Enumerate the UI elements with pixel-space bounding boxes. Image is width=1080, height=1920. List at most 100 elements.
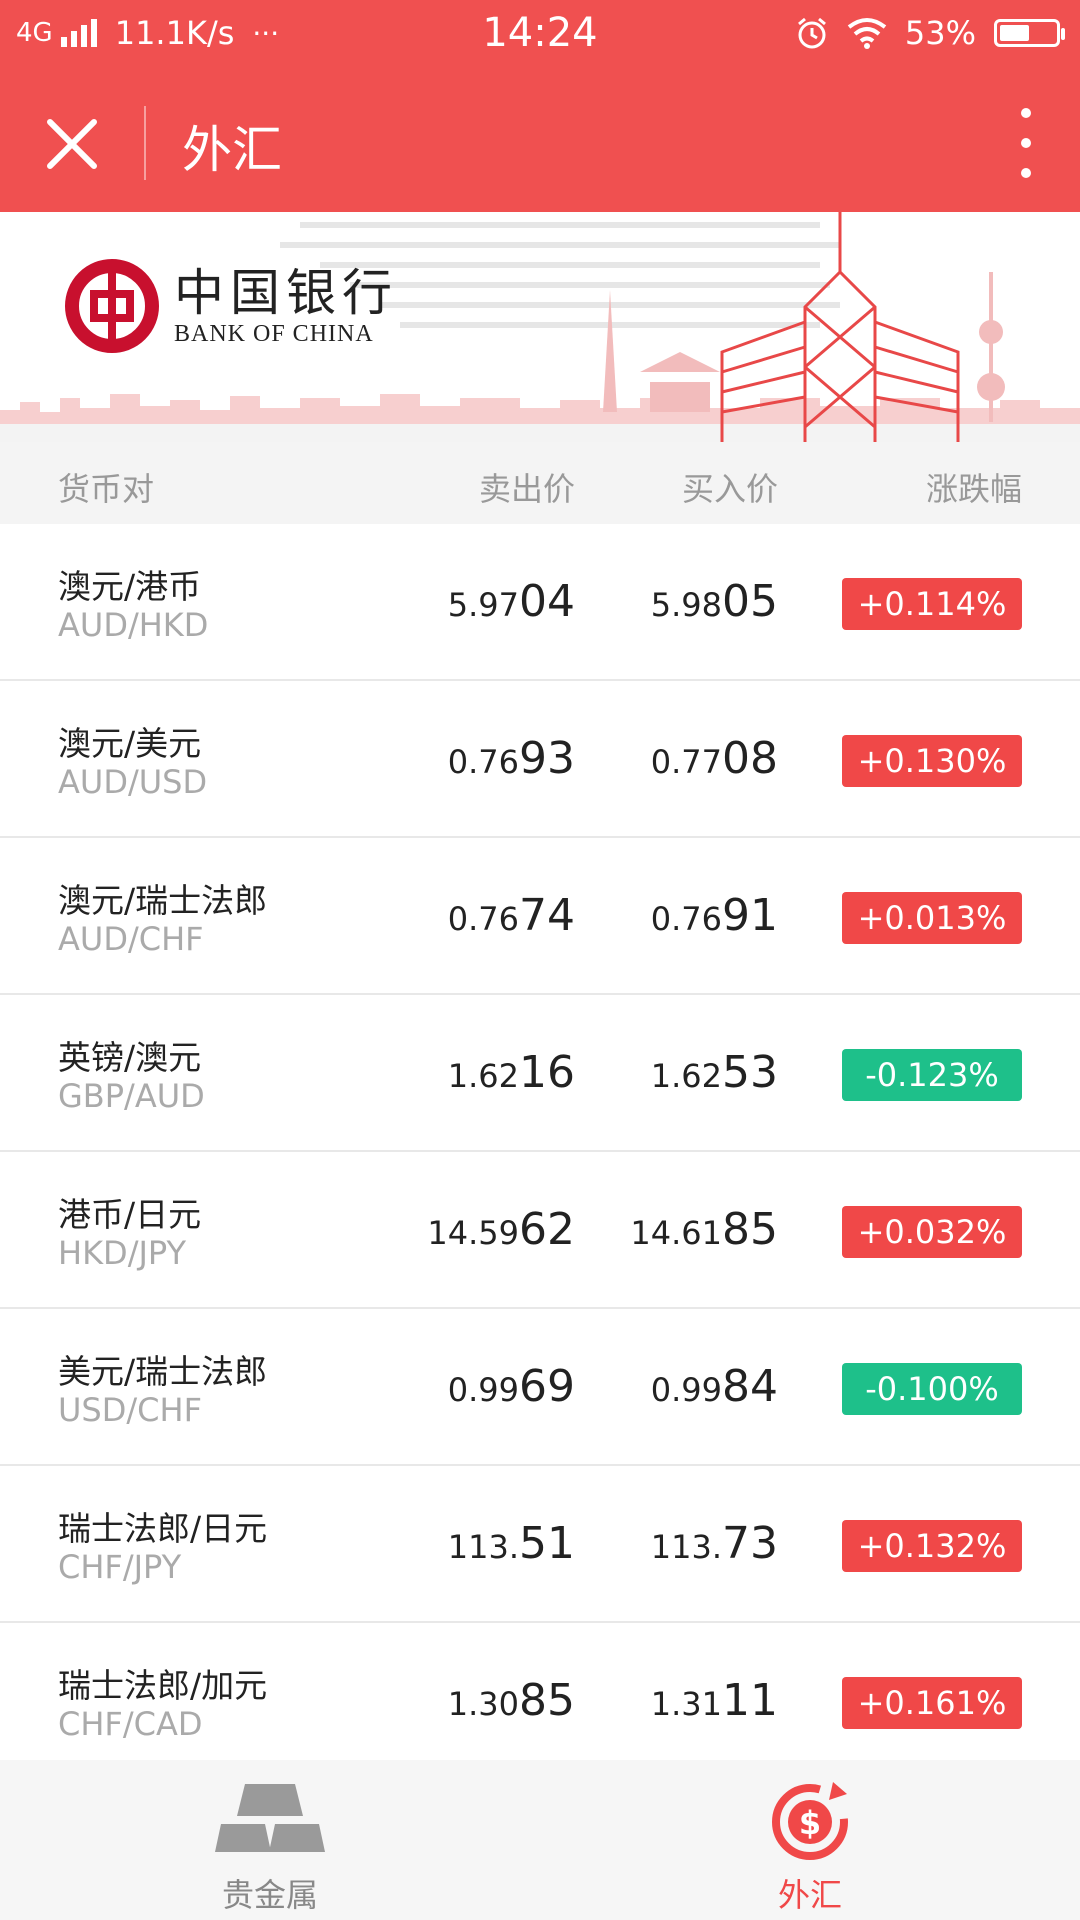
header-sell: 卖出价 [478, 470, 575, 508]
rate-list: 澳元/港币 AUD/HKD 5.9704 5.9805 +0.114% 澳元/美元 AUD/… [0, 524, 1080, 1780]
change-badge: -0.123% [842, 1049, 1022, 1101]
buy-price-minor: 53 [722, 1047, 778, 1098]
bottom-tab-bar: 贵金属 $ 外汇 [0, 1760, 1080, 1920]
change-badge: +0.013% [842, 892, 1022, 944]
pair-name-cn: 美元/瑞士法郎 [58, 1352, 268, 1391]
table-row[interactable]: 瑞士法郎/日元 CHF/JPY 113.51 113.73 +0.132% [0, 1466, 1080, 1623]
svg-text:$: $ [799, 1804, 821, 1842]
tab-forex[interactable]: $ 外汇 [710, 1776, 910, 1916]
sell-price-major: 1.62 [447, 1057, 519, 1095]
pair-name-cn: 瑞士法郎/加元 [58, 1666, 268, 1705]
title-bar: 外汇 [0, 74, 1080, 212]
sell-price-major: 5.97 [447, 586, 519, 624]
pair-code: GBP/AUD [58, 1077, 205, 1115]
sell-price-major: 14.59 [427, 1214, 519, 1252]
currency-exchange-icon: $ [772, 1782, 848, 1860]
pair-name-cn: 澳元/美元 [58, 724, 202, 763]
sell-price-major: 0.76 [447, 900, 519, 938]
buy-price-minor: 85 [722, 1204, 778, 1255]
buy-price-major: 1.31 [650, 1685, 722, 1723]
table-row[interactable]: 澳元/美元 AUD/USD 0.7693 0.7708 +0.130% [0, 681, 1080, 838]
table-row[interactable]: 瑞士法郎/加元 CHF/CAD 1.3085 1.3111 +0.161% [0, 1623, 1080, 1780]
sell-price-major: 0.76 [447, 743, 519, 781]
sell-price-minor: 93 [519, 733, 575, 784]
tab-label: 外汇 [777, 1876, 842, 1914]
buy-price: 113.73 [651, 1518, 778, 1569]
bank-logo: 中国银行 BANK OF CHINA [64, 258, 398, 354]
bank-of-china-logo-icon [65, 259, 159, 353]
buy-price: 1.3111 [651, 1675, 778, 1726]
buy-price: 0.7708 [651, 733, 778, 784]
pair-code: CHF/JPY [58, 1548, 182, 1586]
pair-code: AUD/USD [58, 763, 208, 801]
change-badge: +0.161% [842, 1677, 1022, 1729]
change-badge: +0.114% [842, 578, 1022, 630]
buy-price-minor: 08 [722, 733, 778, 784]
table-row[interactable]: 澳元/瑞士法郎 AUD/CHF 0.7674 0.7691 +0.013% [0, 838, 1080, 995]
sell-price: 1.6216 [448, 1047, 575, 1098]
buy-price-major: 5.98 [650, 586, 722, 624]
sell-price: 0.9969 [448, 1361, 575, 1412]
sell-price: 0.7693 [448, 733, 575, 784]
change-badge: +0.130% [842, 735, 1022, 787]
sell-price-major: 1.30 [447, 1685, 519, 1723]
header-change: 涨跌幅 [925, 470, 1022, 508]
tab-precious-metals[interactable]: 贵金属 [170, 1776, 370, 1916]
pair-name-cn: 港币/日元 [58, 1195, 202, 1234]
table-row[interactable]: 澳元/港币 AUD/HKD 5.9704 5.9805 +0.114% [0, 524, 1080, 681]
bank-name-cn: 中国银行 [174, 263, 398, 322]
buy-price-minor: 05 [722, 576, 778, 627]
bank-banner: 中国银行 BANK OF CHINA [0, 212, 1080, 442]
alarm-icon [797, 17, 826, 49]
pair-code: USD/CHF [58, 1391, 202, 1429]
sell-price: 1.3085 [448, 1675, 575, 1726]
table-header: 货币对 卖出价 买入价 涨跌幅 [0, 442, 1080, 524]
sell-price: 0.7674 [448, 890, 575, 941]
sell-price-minor: 69 [519, 1361, 575, 1412]
table-row[interactable]: 港币/日元 HKD/JPY 14.5962 14.6185 +0.032% [0, 1152, 1080, 1309]
pair-code: CHF/CAD [58, 1705, 203, 1743]
table-row[interactable]: 美元/瑞士法郎 USD/CHF 0.9969 0.9984 -0.100% [0, 1309, 1080, 1466]
change-badge: -0.100% [842, 1363, 1022, 1415]
buy-price-major: 1.62 [650, 1057, 722, 1095]
status-right: 53% [795, 14, 1065, 52]
header-pair: 货币对 [58, 470, 155, 508]
battery-percent: 53% [904, 14, 976, 52]
battery-icon [994, 19, 1065, 47]
buy-price-minor: 73 [722, 1518, 778, 1569]
sell-price-minor: 85 [519, 1675, 575, 1726]
sell-price-minor: 04 [519, 576, 575, 627]
sell-price-major: 0.99 [447, 1371, 519, 1409]
bank-name-en: BANK OF CHINA [174, 320, 374, 347]
wifi-icon [847, 18, 887, 49]
buy-price-minor: 84 [722, 1361, 778, 1412]
buy-price: 0.9984 [651, 1361, 778, 1412]
sell-price: 5.9704 [448, 576, 575, 627]
more-menu-icon[interactable] [1006, 108, 1046, 178]
buy-price: 14.6185 [630, 1204, 778, 1255]
sell-price: 113.51 [448, 1518, 575, 1569]
header-buy: 买入价 [681, 470, 778, 508]
buy-price: 1.6253 [651, 1047, 778, 1098]
buy-price-major: 0.76 [650, 900, 722, 938]
close-icon[interactable] [40, 112, 104, 176]
sell-price-minor: 51 [519, 1518, 575, 1569]
buy-price-major: 14.61 [630, 1214, 722, 1252]
sell-price-minor: 62 [519, 1204, 575, 1255]
sell-price-major: 113. [447, 1528, 519, 1566]
buy-price-major: 0.77 [650, 743, 722, 781]
title-divider [144, 106, 146, 180]
change-badge: +0.132% [842, 1520, 1022, 1572]
sell-price-minor: 16 [519, 1047, 575, 1098]
pair-code: HKD/JPY [58, 1234, 187, 1272]
tab-label: 贵金属 [221, 1876, 318, 1914]
buy-price-minor: 91 [722, 890, 778, 941]
change-badge: +0.032% [842, 1206, 1022, 1258]
table-row[interactable]: 英镑/澳元 GBP/AUD 1.6216 1.6253 -0.123% [0, 995, 1080, 1152]
pair-name-cn: 瑞士法郎/日元 [58, 1509, 268, 1548]
buy-price: 5.9805 [651, 576, 778, 627]
pair-name-cn: 澳元/瑞士法郎 [58, 881, 268, 920]
buy-price: 0.7691 [651, 890, 778, 941]
gold-bars-icon [215, 1784, 325, 1852]
page-title: 外汇 [182, 121, 282, 179]
